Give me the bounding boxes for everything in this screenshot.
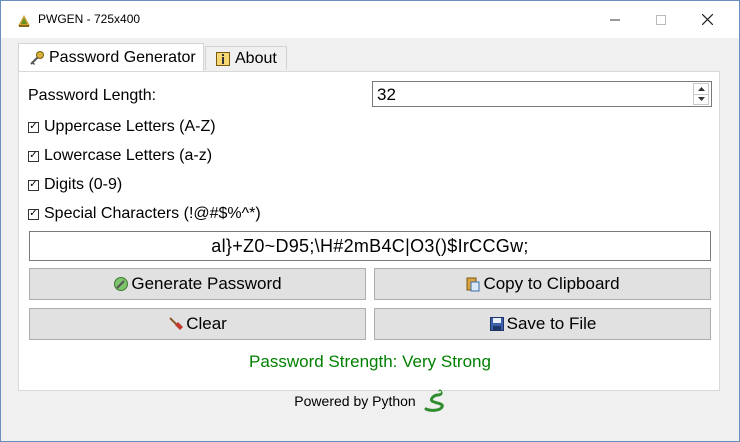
uppercase-checkbox[interactable]: ✓ Uppercase Letters (A-Z) — [28, 118, 216, 136]
special-characters-checkbox[interactable]: ✓ Special Characters (!@#$%^*) — [28, 205, 261, 223]
title-bar[interactable]: PWGEN - 725x400 — [1, 1, 739, 38]
password-length-label: Password Length: — [28, 87, 157, 104]
wrench-icon — [114, 277, 129, 291]
checkbox-box[interactable]: ✓ — [28, 150, 39, 162]
checkbox-box[interactable]: ✓ — [28, 208, 39, 220]
floppy-disk-icon — [489, 317, 504, 331]
button-label: Copy to Clipboard — [483, 274, 620, 293]
broom-icon — [169, 317, 184, 330]
app-window: PWGEN - 725x400 Password Generator About… — [0, 0, 740, 442]
tab-label: Password Generator — [49, 48, 196, 66]
client-area: Password Generator About Password Length… — [1, 38, 739, 441]
button-label: Generate Password — [131, 274, 282, 293]
clear-button[interactable]: Clear — [29, 308, 366, 340]
clipboard-icon — [466, 277, 480, 292]
key-icon — [30, 50, 44, 65]
window-title: PWGEN - 725x400 — [38, 12, 141, 26]
generate-password-button[interactable]: Generate Password — [29, 268, 366, 300]
checkbox-box[interactable]: ✓ — [28, 121, 39, 133]
digits-checkbox[interactable]: ✓ Digits (0-9) — [28, 176, 122, 194]
generator-panel: Password Length: 32 ✓ Uppercase Letters … — [18, 71, 720, 391]
arrow-up-icon — [697, 87, 705, 91]
python-snake-icon — [424, 389, 444, 412]
password-output-field[interactable]: al}+Z0~D95;\H#2mB4C|O3()$IrCCGw; — [29, 231, 711, 261]
footer: Powered by Python — [1, 389, 739, 413]
powered-by-text: Powered by Python — [294, 393, 416, 409]
checkbox-box[interactable]: ✓ — [28, 179, 39, 191]
checkbox-label: Special Characters (!@#$%^*) — [44, 205, 261, 222]
button-label: Clear — [186, 314, 227, 333]
checkbox-label: Digits (0-9) — [44, 176, 123, 193]
maximize-button[interactable] — [638, 1, 684, 38]
password-length-value[interactable]: 32 — [377, 85, 396, 105]
button-label: Save to File — [506, 314, 597, 333]
checkbox-label: Uppercase Letters (A-Z) — [44, 118, 216, 135]
info-icon — [216, 51, 230, 66]
minimize-icon — [610, 19, 620, 20]
close-button[interactable] — [684, 1, 730, 38]
password-strength-label: Password Strength: Very Strong — [249, 352, 491, 371]
spin-arrows — [693, 83, 709, 105]
tab-password-generator[interactable]: Password Generator — [18, 43, 204, 71]
copy-to-clipboard-button[interactable]: Copy to Clipboard — [374, 268, 711, 300]
save-to-file-button[interactable]: Save to File — [374, 308, 711, 340]
app-feather-icon — [18, 15, 30, 27]
minimize-button[interactable] — [592, 1, 638, 38]
maximize-icon — [656, 14, 666, 25]
arrow-down-icon — [697, 97, 705, 101]
tab-about[interactable]: About — [205, 46, 287, 70]
password-length-spinbox[interactable]: 32 — [372, 81, 712, 107]
checkbox-label: Lowercase Letters (a-z) — [44, 147, 213, 164]
close-icon — [701, 14, 713, 25]
spin-down-button[interactable] — [694, 94, 708, 104]
lowercase-checkbox[interactable]: ✓ Lowercase Letters (a-z) — [28, 147, 212, 165]
tab-label: About — [235, 49, 277, 67]
